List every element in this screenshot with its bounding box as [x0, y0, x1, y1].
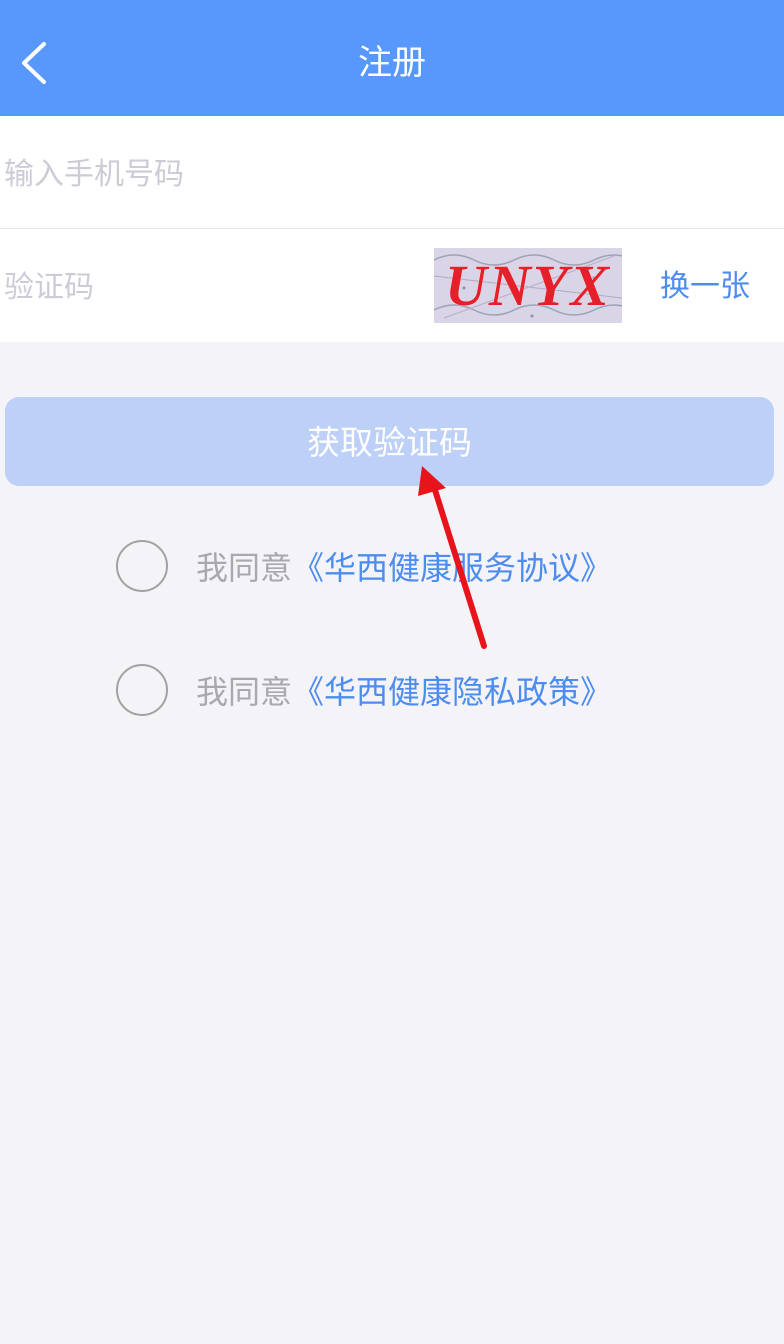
privacy-policy-row: 我同意《华西健康隐私政策》: [116, 662, 676, 722]
service-agreement-text: 我同意《华西健康服务协议》: [196, 546, 612, 590]
get-verification-code-button[interactable]: 获取验证码: [5, 397, 774, 486]
refresh-captcha-link[interactable]: 换一张: [660, 267, 750, 307]
agree-prefix: 我同意: [196, 673, 293, 711]
privacy-policy-text: 我同意《华西健康隐私政策》: [196, 670, 612, 714]
agree-prefix: 我同意: [196, 549, 293, 587]
captcha-code: UNYX: [445, 253, 611, 318]
privacy-policy-radio[interactable]: [116, 664, 168, 716]
captcha-image[interactable]: UNYX: [434, 248, 622, 323]
privacy-policy-link[interactable]: 《华西健康隐私政策》: [292, 673, 612, 711]
nav-header: 注册: [0, 0, 784, 116]
page-title: 注册: [358, 43, 426, 83]
service-agreement-radio[interactable]: [116, 540, 168, 592]
service-agreement-row: 我同意《华西健康服务协议》: [116, 538, 676, 598]
register-form: UNYX 换一张: [0, 116, 784, 342]
phone-input[interactable]: [4, 146, 414, 202]
captcha-input[interactable]: [4, 259, 404, 315]
phone-row: [0, 116, 784, 229]
service-agreement-link[interactable]: 《华西健康服务协议》: [292, 549, 612, 587]
captcha-row: UNYX 换一张: [0, 229, 784, 342]
